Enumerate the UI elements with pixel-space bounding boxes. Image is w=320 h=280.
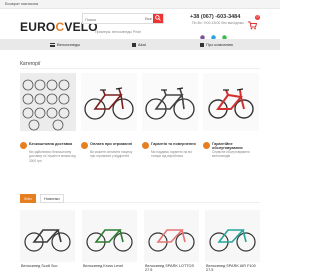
main-navbar: Велосипеды Akal Про компанию [0, 39, 280, 50]
nav-item-akal[interactable]: Akal [132, 39, 146, 50]
feature-warranty: Гарантія та повернення Ми надаємо гарант… [142, 140, 200, 180]
search-button[interactable] [153, 14, 163, 23]
mtb-bike-image [84, 87, 134, 120]
feature-payment: Оплата при отриманні Ви можете оплатити … [81, 140, 139, 180]
category-grid [20, 73, 260, 131]
cart-count-badge: 0 [255, 15, 260, 20]
product-card[interactable]: Велосипед SPARK AIR F100 27.5 [205, 210, 260, 280]
cart-icon [248, 21, 258, 30]
categories-title: Категорії [20, 61, 41, 67]
whatsapp-icon[interactable] [222, 27, 227, 40]
product-name[interactable]: Велосипед SPARK AIR F100 27.5 [206, 264, 260, 272]
product-image[interactable] [144, 210, 199, 262]
search-category-select[interactable]: Все [145, 16, 152, 21]
site-logo[interactable]: EUROCVELO [20, 15, 98, 39]
nav-square-icon [200, 42, 204, 47]
service-icon [203, 142, 210, 149]
product-image[interactable] [82, 210, 137, 262]
nav-item-label: Про компанию [206, 42, 234, 47]
features-row: Безкоштовна доставка Ми здійснюємо безко… [20, 140, 260, 180]
nav-catalog-label: Велосипеды [57, 42, 81, 47]
bike-wall-image [20, 73, 76, 131]
viber-icon[interactable] [200, 27, 205, 40]
feature-title: Безкоштовна доставка [29, 142, 73, 146]
feature-title: Гарантійне обслуговування [212, 142, 243, 150]
product-card[interactable]: Велосипед Scott Sco [20, 210, 75, 280]
warranty-icon [142, 142, 149, 149]
feature-text: Ви можете оплатити покупку при отриманні… [90, 150, 133, 159]
header-icons [200, 27, 227, 40]
nav-item-label: Akal [138, 42, 146, 47]
feature-service: Гарантійне обслуговування Сервісне обслу… [203, 140, 261, 180]
search-hint: Примеры: велосипеды Pride [95, 30, 142, 34]
product-card[interactable]: Велосипед Kross Level [82, 210, 137, 280]
category-card[interactable] [20, 73, 76, 131]
search-input[interactable] [85, 15, 143, 23]
product-name[interactable]: Велосипед SPARK LOTTOS 27.5 [145, 264, 199, 272]
nav-catalog[interactable]: Велосипеды [50, 39, 80, 50]
product-name[interactable]: Велосипед Scott Sco [21, 264, 75, 268]
product-image[interactable] [205, 210, 260, 262]
telegram-icon[interactable] [211, 27, 216, 40]
divider [20, 68, 260, 69]
product-grid: Велосипед Scott Sco Велосипед Kross Leve… [20, 210, 260, 280]
feature-title: Гарантія та повернення [151, 142, 196, 146]
top-bar: Возврат магазина [0, 0, 280, 9]
product-image[interactable] [20, 210, 75, 262]
cart-button[interactable]: 0 [247, 15, 260, 30]
product-name[interactable]: Велосипед Kross Level [83, 264, 137, 268]
nav-item-about[interactable]: Про компанию [200, 39, 233, 50]
tab-hits[interactable]: Хіти [20, 194, 36, 203]
work-hours: Пн-Вс: 9:00-18:00 без выходных [192, 21, 244, 25]
products-tabs: Хіти Новинки [20, 193, 260, 203]
tab-new[interactable]: Новинки [40, 194, 64, 203]
top-bar-link[interactable]: Возврат магазина [5, 1, 38, 6]
search-icon [155, 15, 161, 21]
feature-text: Ми здійснюємо безкоштовну доставку по Ук… [29, 150, 76, 163]
city-bike-image [145, 87, 195, 120]
search-box: Все [82, 13, 164, 24]
menu-icon [50, 42, 55, 47]
feature-title: Оплата при отриманні [90, 142, 133, 146]
delivery-icon [20, 142, 27, 149]
logo-text-euro: EURO [20, 20, 56, 34]
phone-number[interactable]: +38 (067) -603-3484 [190, 14, 240, 20]
feature-delivery: Безкоштовна доставка Ми здійснюємо безко… [20, 140, 78, 180]
nav-square-icon [132, 42, 136, 47]
feature-text: Ми надаємо гарантію на всі товари від ви… [151, 150, 192, 159]
category-card[interactable] [203, 73, 259, 131]
category-card[interactable] [81, 73, 137, 131]
category-card[interactable] [142, 73, 198, 131]
payment-icon [81, 142, 88, 149]
kids-bike-image [208, 88, 254, 119]
product-card[interactable]: Велосипед SPARK LOTTOS 27.5 [144, 210, 199, 280]
feature-text: Сервісне обслуговування велосипедів [212, 150, 250, 159]
